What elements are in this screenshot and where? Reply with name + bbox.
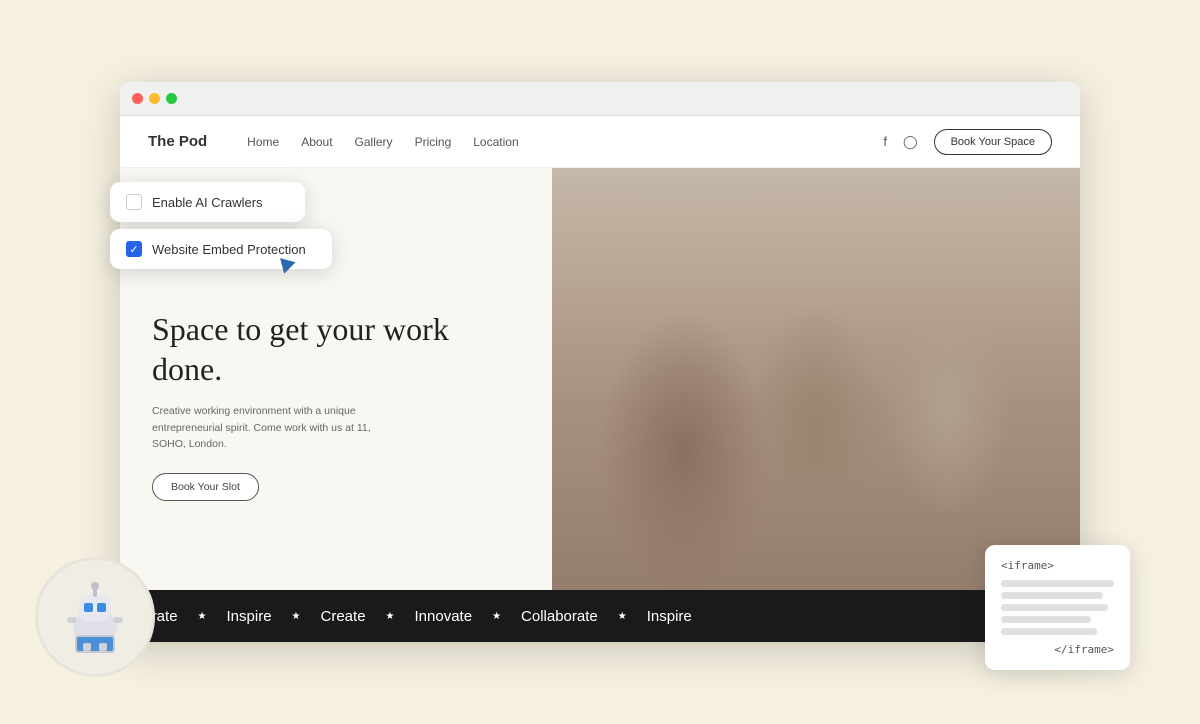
ticker-inspire-1: Inspire: [227, 608, 272, 625]
maximize-dot[interactable]: [166, 93, 177, 104]
robot-illustration: [53, 575, 138, 660]
iframe-snippet-panel: <iframe> </iframe>: [985, 545, 1130, 670]
nav-home[interactable]: Home: [247, 135, 279, 149]
iframe-open-tag: <iframe>: [1001, 559, 1114, 572]
iframe-lines: [1001, 580, 1114, 635]
hero-title: Space to get your work done.: [152, 309, 520, 389]
nav-right: f ◯ Book Your Space: [883, 129, 1052, 155]
iframe-line-4: [1001, 616, 1091, 623]
hero-subtitle: Creative working environment with a uniq…: [152, 403, 382, 453]
website-embed-panel: ✓ Website Embed Protection: [110, 229, 332, 269]
iframe-line-1: [1001, 580, 1114, 587]
ticker-bar: llaborate ★ Inspire ★ Create ★ Innovate …: [120, 590, 1080, 642]
instagram-icon[interactable]: ◯: [903, 134, 918, 150]
website-embed-checkbox[interactable]: ✓: [126, 241, 142, 257]
website-embed-label: Website Embed Protection: [152, 242, 306, 257]
ticker-collaborate-2: Collaborate: [521, 608, 598, 625]
browser-bar: [120, 82, 1080, 116]
hero-cta-button[interactable]: Book Your Slot: [152, 473, 259, 501]
ticker-innovate: Innovate: [415, 608, 473, 625]
site-nav: The Pod Home About Gallery Pricing Locat…: [120, 116, 1080, 168]
iframe-close-tag: </iframe>: [1001, 643, 1114, 656]
nav-location[interactable]: Location: [473, 135, 518, 149]
minimize-dot[interactable]: [149, 93, 160, 104]
ticker-inner: llaborate ★ Inspire ★ Create ★ Innovate …: [120, 608, 692, 625]
enable-crawlers-label: Enable AI Crawlers: [152, 195, 263, 210]
robot-circle: [35, 557, 155, 677]
star-2: ★: [292, 611, 301, 622]
site-logo: The Pod: [148, 133, 207, 150]
book-button[interactable]: Book Your Space: [934, 129, 1052, 155]
iframe-line-5: [1001, 628, 1097, 635]
iframe-line-3: [1001, 604, 1108, 611]
enable-crawlers-checkbox[interactable]: [126, 194, 142, 210]
facebook-icon[interactable]: f: [883, 134, 887, 149]
nav-pricing[interactable]: Pricing: [415, 135, 452, 149]
ticker-inspire-2: Inspire: [647, 608, 692, 625]
nav-gallery[interactable]: Gallery: [355, 135, 393, 149]
star-4: ★: [492, 611, 501, 622]
browser-window: The Pod Home About Gallery Pricing Locat…: [120, 82, 1080, 642]
ticker-create: Create: [321, 608, 366, 625]
close-dot[interactable]: [132, 93, 143, 104]
iframe-line-2: [1001, 592, 1103, 599]
star-5: ★: [618, 611, 627, 622]
star-3: ★: [386, 611, 395, 622]
nav-links: Home About Gallery Pricing Location: [247, 135, 883, 149]
outer-wrapper: The Pod Home About Gallery Pricing Locat…: [120, 82, 1080, 642]
star-1: ★: [198, 611, 207, 622]
nav-about[interactable]: About: [301, 135, 332, 149]
enable-crawlers-panel: Enable AI Crawlers: [110, 182, 305, 222]
